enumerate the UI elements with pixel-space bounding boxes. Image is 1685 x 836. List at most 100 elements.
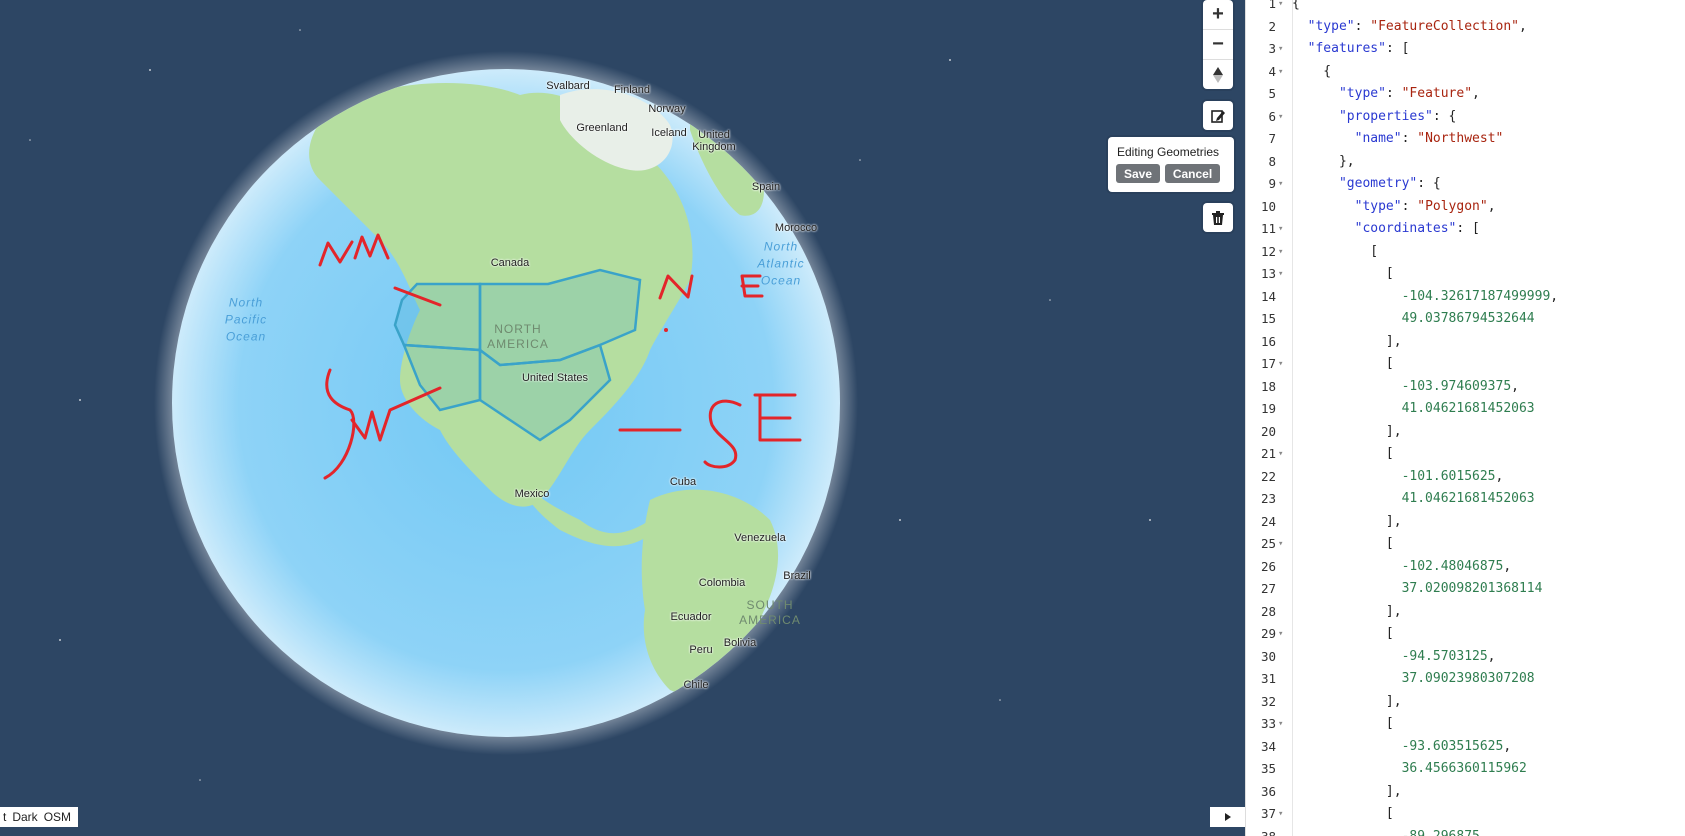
code-text: -93.603515625, [1401,738,1512,754]
code-line[interactable]: 24 ], [1246,511,1685,534]
draw-button[interactable] [1203,101,1233,130]
code-line[interactable]: 32 ], [1246,691,1685,714]
code-line[interactable]: 35 36.4566360115962 [1246,758,1685,781]
map-label: Bolivia [723,637,757,649]
code-line[interactable]: 38 -89.296875 [1246,826,1685,836]
collapse-panel-button[interactable] [1210,807,1245,827]
line-number: 7 [1268,131,1276,146]
code-text: [ [1292,716,1394,731]
code-line[interactable]: 34 -93.603515625, [1246,736,1685,759]
code-line[interactable]: 7 "name": "Northwest" [1246,128,1685,151]
trash-icon [1212,210,1224,225]
basemap-option[interactable]: t [0,810,9,824]
code-line[interactable]: 3 ▾ "features": [ [1246,38,1685,61]
line-number: 19 [1260,401,1276,416]
code-line[interactable]: 18 -103.974609375, [1246,376,1685,399]
line-number: 11 [1260,221,1276,236]
code-text: 37.020098201368114 [1401,581,1543,596]
code-line[interactable]: 25 ▾ [ [1246,533,1685,556]
code-line[interactable]: 11 ▾ "coordinates": [ [1246,218,1685,241]
code-line[interactable]: 9 ▾ "geometry": { [1246,173,1685,196]
zoom-in-button[interactable]: + [1203,0,1233,30]
code-text: [ [1292,356,1394,371]
map-label: SOUTH AMERICA [739,598,801,627]
code-line[interactable]: 12 ▾ [ [1246,241,1685,264]
code-line[interactable]: 31 37.09023980307208 [1246,668,1685,691]
code-line[interactable]: 8 }, [1246,151,1685,174]
map-label: Svalbard [546,80,590,92]
map-view[interactable]: Svalbard Finland Norway Greenland Icelan… [0,0,1245,836]
code-line[interactable]: 13 ▾ [ [1246,263,1685,286]
fold-toggle-icon[interactable]: ▾ [1278,263,1283,286]
basemap-option-osm[interactable]: OSM [41,810,74,824]
map-label: United States [521,372,589,384]
map-label: Cuba [669,476,697,488]
code-text: "features": [ [1307,41,1410,56]
fold-toggle-icon[interactable]: ▾ [1278,241,1283,264]
code-line[interactable]: 2 "type": "FeatureCollection", [1246,16,1685,39]
code-line[interactable]: 36 ], [1246,781,1685,804]
fold-toggle-icon[interactable]: ▾ [1278,623,1283,646]
triangle-right-icon [1224,813,1231,821]
fold-toggle-icon[interactable]: ▾ [1278,803,1283,826]
compass-icon [1213,66,1223,83]
code-line[interactable]: 19 41.04621681452063 [1246,398,1685,421]
code-line[interactable]: 16 ], [1246,331,1685,354]
code-line[interactable]: 21 ▾ [ [1246,443,1685,466]
fold-toggle-icon[interactable]: ▾ [1278,218,1283,241]
fold-toggle-icon[interactable]: ▾ [1278,353,1283,376]
code-text: ], [1292,693,1402,709]
line-number: 30 [1260,648,1276,664]
code-line[interactable]: 1 ▾ { [1246,0,1685,16]
line-number: 32 [1260,693,1276,709]
map-label: Mexico [514,488,550,500]
geojson-editor[interactable]: 1 ▾{2 "type": "FeatureCollection", 3 ▾ "fea… [1245,0,1685,836]
code-line[interactable]: 22 -101.6015625, [1246,466,1685,489]
code-text: [ [1292,243,1379,259]
compass-button[interactable] [1203,60,1233,89]
code-line[interactable]: 27 37.020098201368114 [1246,578,1685,601]
fold-toggle-icon[interactable]: ▾ [1278,173,1283,196]
code-line[interactable]: 5 "type": "Feature", [1246,83,1685,106]
fold-toggle-icon[interactable]: ▾ [1278,713,1283,736]
code-line[interactable]: 37 ▾ [ [1246,803,1685,826]
fold-toggle-icon[interactable]: ▾ [1278,533,1283,556]
code-line[interactable]: 10 "type": "Polygon", [1246,196,1685,219]
code-text: { [1292,63,1332,79]
code-line[interactable]: 15 49.03786794532644 [1246,308,1685,331]
code-line[interactable]: 23 41.04621681452063 [1246,488,1685,511]
code-line[interactable]: 28 ], [1246,601,1685,624]
cancel-button[interactable]: Cancel [1165,164,1220,183]
fold-toggle-icon[interactable]: ▾ [1278,61,1283,84]
fold-toggle-icon[interactable]: ▾ [1278,443,1283,466]
code-text: "properties": { [1338,108,1457,124]
map-label: Venezuela [734,532,786,544]
fold-toggle-icon[interactable]: ▾ [1278,0,1283,16]
code-line[interactable]: 6 ▾ "properties": { [1246,106,1685,129]
code-line[interactable]: 33 ▾ [ [1246,713,1685,736]
code-line[interactable]: 4 ▾ { [1246,61,1685,84]
minus-icon: − [1212,33,1224,55]
code-line[interactable]: 26 -102.48046875, [1246,556,1685,579]
code-line[interactable]: 29 ▾ [ [1246,623,1685,646]
editing-title: Editing Geometries [1117,145,1220,159]
save-button[interactable]: Save [1116,164,1160,183]
fold-toggle-icon[interactable]: ▾ [1278,38,1283,61]
ne-dot [664,328,668,332]
code-line[interactable]: 30 -94.5703125, [1246,646,1685,669]
delete-button[interactable] [1203,203,1233,232]
line-number: 18 [1260,378,1276,394]
code-line[interactable]: 14 -104.32617187499999, [1246,286,1685,309]
code-text: -89.296875 [1401,828,1480,836]
line-number: 2 [1268,18,1276,34]
fold-toggle-icon[interactable]: ▾ [1278,106,1283,129]
code-line[interactable]: 20 ], [1246,421,1685,444]
line-number: 3 [1268,41,1276,56]
code-line[interactable]: 17 ▾ [ [1246,353,1685,376]
line-number: 36 [1260,783,1276,799]
code-text: "type": "Feature", [1338,86,1480,101]
zoom-out-button[interactable]: − [1203,30,1233,60]
code-text: ], [1292,513,1402,529]
basemap-option-dark[interactable]: Dark [9,810,40,824]
code-text: }, [1292,153,1355,169]
